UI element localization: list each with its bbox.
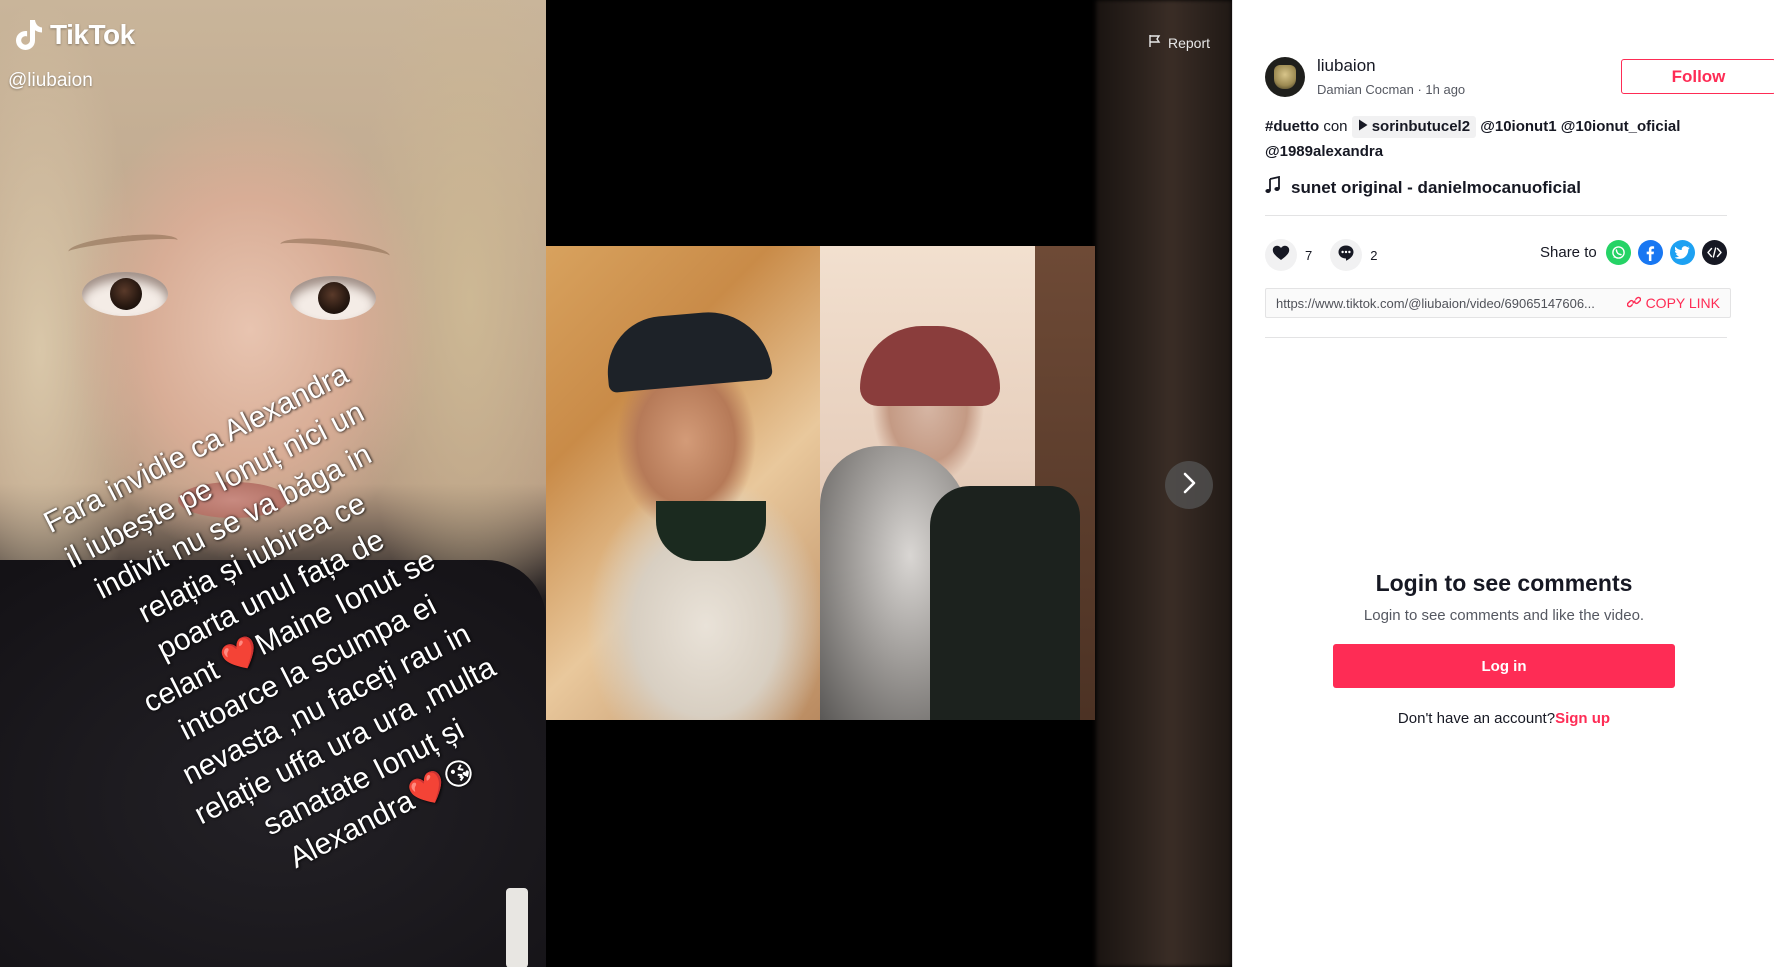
twitter-icon[interactable] <box>1669 240 1695 265</box>
video-player[interactable]: Fara invidie ca Alexandra il iubește pe … <box>0 0 1232 967</box>
report-button[interactable]: Report <box>1148 34 1210 51</box>
tiktok-watermark: TikTok <box>14 18 135 52</box>
music-note-icon <box>1265 175 1281 199</box>
face-detail <box>82 272 168 316</box>
next-video-button[interactable] <box>1165 461 1213 509</box>
flag-icon <box>1148 34 1162 51</box>
share-bar: Share to <box>1540 240 1727 265</box>
description-connector: con <box>1323 118 1348 135</box>
share-link-box: https://www.tiktok.com/@liubaion/video/6… <box>1265 288 1731 318</box>
like-button[interactable] <box>1265 239 1297 271</box>
avatar-image <box>1274 64 1296 89</box>
tiktok-wordmark: TikTok <box>50 19 135 50</box>
link-icon <box>1626 295 1641 312</box>
author-text: liubaion Damian Cocman · 1h ago <box>1317 56 1465 97</box>
share-label: Share to <box>1540 244 1597 261</box>
login-prompt: Login to see comments Login to see comme… <box>1233 570 1774 727</box>
collar-detail <box>656 501 766 561</box>
copy-link-label: COPY LINK <box>1645 295 1720 311</box>
share-link-url[interactable]: https://www.tiktok.com/@liubaion/video/6… <box>1266 296 1613 311</box>
post-time: 1h ago <box>1425 82 1466 97</box>
comment-count: 2 <box>1370 247 1378 263</box>
hair-detail <box>860 326 1000 406</box>
mention-link[interactable]: @10ionut1 <box>1480 118 1556 135</box>
report-label: Report <box>1168 34 1211 51</box>
avatar[interactable] <box>1265 56 1305 97</box>
author-subline: Damian Cocman · 1h ago <box>1317 82 1465 97</box>
author-username[interactable]: liubaion <box>1317 56 1465 76</box>
video-details-panel: liubaion Damian Cocman · 1h ago Follow #… <box>1232 0 1774 967</box>
heart-icon <box>1272 245 1290 266</box>
play-icon <box>1358 116 1368 138</box>
duet-panel-left <box>546 246 820 720</box>
author-display-name: Damian Cocman <box>1317 82 1414 97</box>
chevron-right-icon <box>1179 471 1199 500</box>
duet-right-video <box>546 246 1095 720</box>
tiktok-logo-icon <box>14 18 44 52</box>
copy-link-button[interactable]: COPY LINK <box>1613 295 1730 312</box>
face-detail <box>279 234 391 266</box>
login-button[interactable]: Log in <box>1333 644 1675 688</box>
watermark-handle: @liubaion <box>8 70 93 91</box>
jacket-detail <box>930 486 1080 720</box>
background-object <box>506 888 528 967</box>
face-detail <box>290 276 376 320</box>
login-subtitle: Login to see comments and like the video… <box>1363 607 1645 624</box>
duet-user-chip[interactable]: sorinbutucel2 <box>1351 116 1477 138</box>
face-detail <box>67 230 179 262</box>
author-info: liubaion Damian Cocman · 1h ago <box>1265 56 1465 97</box>
follow-button[interactable]: Follow <box>1621 59 1774 94</box>
whatsapp-icon[interactable] <box>1605 240 1631 265</box>
comment-button[interactable] <box>1330 239 1363 271</box>
duet-user-name: sorinbutucel2 <box>1371 118 1471 135</box>
cap-detail <box>603 306 773 394</box>
mention-link[interactable]: @10ionut_oficial <box>1561 118 1681 135</box>
mention-link[interactable]: @1989alexandra <box>1265 143 1383 160</box>
facebook-icon[interactable] <box>1637 240 1663 265</box>
signup-row: Don't have an account?Sign up <box>1233 710 1774 727</box>
no-account-text: Don't have an account? <box>1397 710 1556 727</box>
duet-panel-right <box>820 246 1095 720</box>
login-title: Login to see comments <box>1375 570 1633 596</box>
like-count: 7 <box>1305 247 1313 263</box>
duet-left-video: Fara invidie ca Alexandra il iubește pe … <box>0 0 546 967</box>
signup-link[interactable]: Sign up <box>1555 710 1610 727</box>
video-description: #duetto con sorinbutucel2 @10ionut1 @10i… <box>1265 114 1735 164</box>
hashtag-link[interactable]: #duetto <box>1265 118 1319 135</box>
embed-icon[interactable] <box>1701 240 1727 265</box>
music-link[interactable]: sunet original - danielmocanuoficial <box>1265 175 1581 199</box>
music-title: sunet original - danielmocanuoficial <box>1291 177 1581 197</box>
separator: · <box>1413 82 1426 97</box>
engagement-actions: 7 2 <box>1265 239 1395 271</box>
divider <box>1265 215 1727 216</box>
divider <box>1265 337 1727 338</box>
comment-icon <box>1337 244 1355 267</box>
